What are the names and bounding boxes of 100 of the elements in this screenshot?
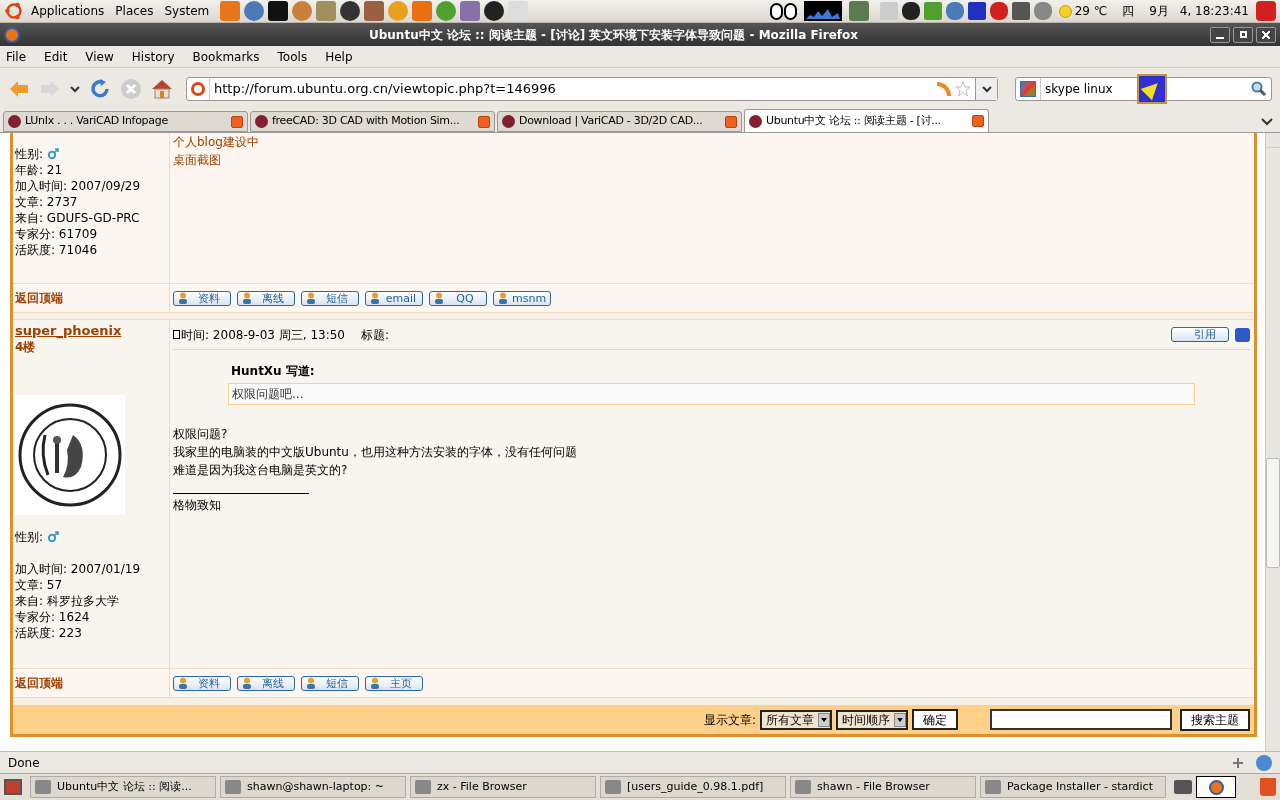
panel-menu[interactable]: Places [111,2,158,20]
scrollbar-thumb[interactable] [1266,458,1280,568]
panel-menu[interactable]: System [160,2,214,20]
rss-icon[interactable] [937,82,951,96]
tab-title: Download | VariCAD - 3D/2D CAD... [519,113,704,130]
taskbar-button[interactable]: [users_guide_0.98.1.pdf] [600,776,786,798]
taskbar-button[interactable]: Package Installer - stardict [980,776,1166,798]
browser-tab[interactable]: freeCAD: 3D CAD with Motion Sim... [250,111,495,132]
tab-list-icon[interactable] [1261,118,1273,126]
home-icon[interactable] [151,79,173,99]
ubuntu-logo-icon[interactable] [4,1,24,21]
scrollbar[interactable] [1265,133,1280,751]
quote-box: 权限问题吧... [228,383,1195,405]
taskbar-button[interactable]: shawn@shawn-laptop: ~ [220,776,406,798]
profile-line: 来自: 科罗拉多大学 [15,593,120,609]
window-icon [35,780,51,794]
signature-link[interactable]: 个人blog建设中 [173,135,259,149]
profile-action-button[interactable]: 主页 [365,675,423,691]
maximize-button[interactable] [1233,26,1253,43]
profile-action-button[interactable]: 离线 [237,290,295,306]
addon-icon[interactable] [1256,754,1272,771]
tray-icon[interactable] [901,2,920,20]
search-icon[interactable] [1251,81,1267,97]
search-text: skype linux [1044,81,1114,98]
profile-action-button[interactable]: 短信 [301,675,359,691]
taskbar-button[interactable]: zx - File Browser [410,776,596,798]
topic-search-button[interactable]: 搜索主题 [1180,708,1250,731]
taskbar-button[interactable]: Ubuntu中文 论坛 :: 阅读... [30,776,216,798]
profile-action-button[interactable]: QQ [429,290,487,306]
tab-close-button[interactable] [725,115,737,128]
user-icon [306,677,316,689]
reload-icon[interactable] [89,78,111,100]
system-monitor-graph [803,1,842,21]
profile-line: 活跃度: 223 [15,625,83,641]
window-icon [225,780,241,794]
profile-line: 年龄: 21 [15,162,64,178]
tab-close-button[interactable] [972,115,984,127]
filter-select[interactable]: 时间顺序 [836,709,908,730]
browser-tab[interactable]: Download | VariCAD - 3D/2D CAD... [497,111,742,132]
tab-close-button[interactable] [478,115,490,128]
window-icon [605,780,621,794]
profile-action-button[interactable]: email [365,290,423,306]
taskbar-button[interactable]: shawn - File Browser [790,776,976,798]
profile-line: 文章: 57 [15,577,64,593]
panel-menu[interactable]: Applications [27,2,109,20]
profile-action-button[interactable]: 离线 [237,675,295,691]
author-link[interactable]: super_phoenix [15,323,122,338]
profile-action-button[interactable]: 资料 [173,290,231,306]
gender-label: 性别: [15,146,169,162]
menu-item[interactable]: View [83,47,116,66]
profile-action-button[interactable]: 资料 [173,675,231,691]
sun-icon [1058,4,1072,18]
user-icon [242,677,252,689]
plane-icon[interactable] [1136,74,1167,104]
add-icon[interactable] [1232,756,1244,769]
quote-button[interactable]: 引用 [1171,327,1229,342]
minimize-button[interactable] [1210,26,1230,43]
url-dropdown-button[interactable] [975,78,997,100]
menu-item[interactable]: Bookmarks [190,47,262,66]
topic-search-field[interactable] [990,709,1172,730]
signature-link[interactable]: 桌面截图 [173,153,221,167]
clock-time[interactable]: 4, 18:23:41 [1179,2,1249,20]
user-icon [178,292,188,304]
signature-text: 格物致知 [173,497,222,514]
confirm-button[interactable]: 确定 [912,709,958,730]
clock-weekday[interactable]: 四 [1122,2,1135,20]
user-icon [370,292,380,304]
url-bar[interactable]: http://forum.ubuntu.org.cn/viewtopic.php?t=146996 [186,77,998,101]
launcher-icon[interactable] [484,1,505,21]
window-icon [415,780,431,794]
back-to-top-link[interactable]: 返回顶端 [15,289,63,307]
history-dropdown-icon[interactable] [70,85,80,93]
quote-author: HuntXu 写道: [230,363,316,380]
subject-label: 标题: [361,326,390,344]
filter-select[interactable]: 所有文章 [760,709,832,730]
menu-item[interactable]: Help [323,47,355,66]
clock-month[interactable]: 9月 [1149,2,1169,20]
browser-tab[interactable]: LUnIx . . . VariCAD Infopage [3,111,248,132]
floor-number: 4楼 [15,339,37,355]
tab-close-button[interactable] [231,115,243,128]
search-field[interactable]: skype linux [1015,77,1272,101]
tray-icon[interactable] [1011,2,1030,20]
profile-action-button[interactable]: msnm [493,290,552,306]
tab-favicon [502,115,515,128]
star-icon[interactable] [955,81,971,97]
close-button[interactable] [1256,26,1276,43]
profile-line: 活跃度: 71046 [15,242,99,258]
post-icon [173,330,180,339]
launcher-icon[interactable] [340,1,361,21]
weather-text: 29 ℃ [1074,3,1108,20]
menu-item[interactable]: File [4,47,29,66]
profile-action-button[interactable]: 短信 [301,290,359,306]
tab-title: Ubuntu中文 论坛 :: 阅读主题 - [讨... [766,112,942,129]
launcher-icon[interactable] [268,1,289,21]
tray-icon[interactable] [967,2,986,20]
menu-item[interactable]: History [129,47,177,66]
browser-tab[interactable]: Ubuntu中文 论坛 :: 阅读主题 - [讨... [744,109,989,132]
menu-item[interactable]: Tools [275,47,310,66]
back-to-top-link[interactable]: 返回顶端 [15,674,63,692]
menu-item[interactable]: Edit [42,47,70,66]
